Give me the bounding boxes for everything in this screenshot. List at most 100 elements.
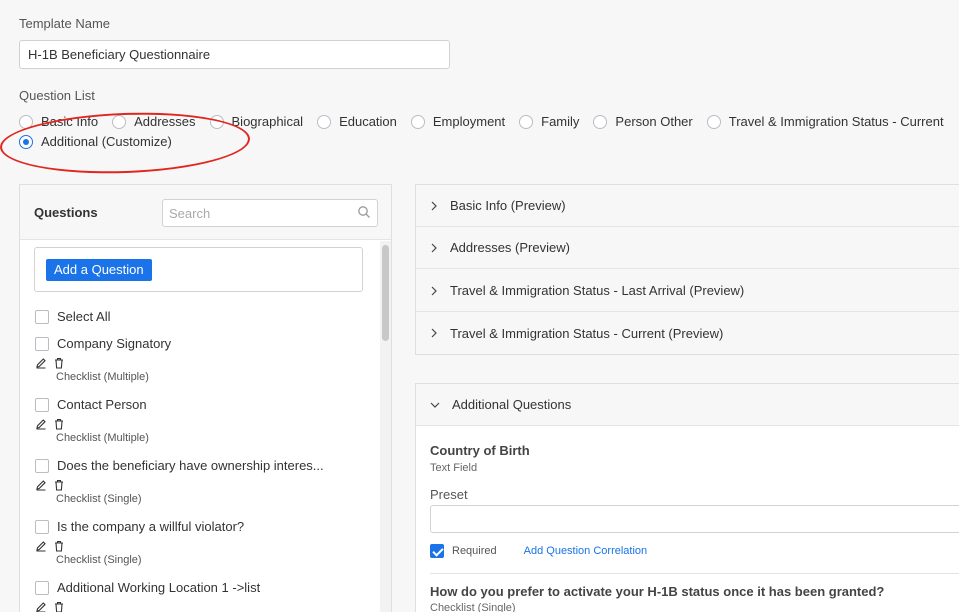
edit-icon[interactable]: [35, 601, 47, 612]
search-icon[interactable]: [357, 205, 371, 219]
radio-dot[interactable]: [706, 114, 721, 129]
question-label: Additional Working Location 1 ->list: [57, 580, 261, 595]
radio-dot[interactable]: [593, 114, 608, 129]
radio-label: Employment: [432, 114, 506, 129]
preset-label: Preset: [430, 487, 468, 502]
radio-person-other[interactable]: Person Other: [593, 114, 693, 129]
question-list-label: Question List: [19, 88, 95, 103]
list-item: Does the beneficiary have ownership inte…: [35, 458, 365, 505]
radio-travel-current[interactable]: Travel & Immigration Status - Current: [706, 114, 944, 129]
question-checkbox[interactable]: [35, 336, 49, 351]
radio-basic-info[interactable]: Basic Info: [19, 114, 98, 129]
radio-label: Basic Info: [41, 114, 99, 129]
question-list-radio-row: Basic Info Addresses Biographical Educat…: [19, 114, 958, 129]
preview-section-label: Travel & Immigration Status - Last Arriv…: [450, 283, 745, 298]
questions-panel-title: Questions: [34, 205, 98, 220]
additional-questions-title: Additional Questions: [452, 397, 572, 412]
add-question-correlation-link[interactable]: Add Question Correlation: [524, 545, 648, 557]
trash-icon[interactable]: [53, 601, 65, 612]
question-list-radio-row-2: Additional (Customize): [19, 134, 186, 149]
chevron-right-icon: [431, 286, 437, 295]
radio-biographical[interactable]: Biographical: [209, 114, 304, 129]
question-label: Does the beneficiary have ownership inte…: [57, 458, 324, 473]
radio-dot[interactable]: [410, 114, 425, 129]
question-title-country-of-birth: Country of Birth: [430, 443, 530, 458]
list-item: Contact Person Checklist (Multiple): [35, 397, 365, 444]
radio-label: Education: [339, 114, 397, 129]
edit-icon[interactable]: [35, 418, 47, 430]
question-type: Checklist (Single): [430, 602, 516, 612]
trash-icon[interactable]: [53, 357, 65, 369]
question-checkbox[interactable]: [35, 397, 49, 412]
question-label: Company Signatory: [57, 336, 172, 351]
template-name-input[interactable]: H-1B Beneficiary Questionnaire: [19, 40, 450, 69]
question-type: Checklist (Single): [56, 493, 142, 505]
radio-label: Family: [541, 114, 580, 129]
chevron-down-icon: [430, 402, 440, 408]
radio-additional-customize[interactable]: Additional (Customize): [19, 134, 172, 149]
required-row: Required Add Question Correlation: [430, 544, 647, 558]
preview-section-basic-info[interactable]: Basic Info (Preview): [416, 185, 959, 227]
edit-icon[interactable]: [35, 540, 47, 552]
preview-section-travel-current[interactable]: Travel & Immigration Status - Current (P…: [416, 312, 959, 354]
add-question-button[interactable]: Add a Question: [46, 259, 152, 281]
preview-section-label: Addresses (Preview): [450, 240, 570, 255]
template-name-label: Template Name: [19, 16, 111, 31]
edit-icon[interactable]: [35, 357, 47, 369]
required-label: Required: [452, 545, 497, 557]
radio-label: Biographical: [231, 114, 304, 129]
edit-icon[interactable]: [35, 479, 47, 491]
additional-questions-panel: Additional Questions Country of Birth Te…: [415, 383, 959, 612]
list-item: Company Signatory Checklist (Multiple): [35, 336, 365, 383]
list-item: Is the company a willful violator? Check…: [35, 519, 365, 566]
question-label: Contact Person: [57, 397, 147, 412]
select-all-checkbox[interactable]: [35, 309, 49, 324]
radio-dot[interactable]: [209, 114, 224, 129]
radio-label: Additional (Customize): [41, 134, 172, 149]
preview-section-addresses[interactable]: Addresses (Preview): [416, 227, 959, 269]
question-type: Checklist (Single): [56, 554, 142, 566]
list-item: Additional Working Location 1 ->list: [35, 580, 365, 612]
question-checkbox[interactable]: [35, 580, 49, 595]
preview-section-label: Basic Info (Preview): [450, 198, 566, 213]
radio-addresses[interactable]: Addresses: [112, 114, 196, 129]
radio-education[interactable]: Education: [317, 114, 397, 129]
trash-icon[interactable]: [53, 479, 65, 491]
trash-icon[interactable]: [53, 540, 65, 552]
radio-dot-selected[interactable]: [19, 134, 33, 149]
question-type: Checklist (Multiple): [56, 371, 149, 383]
question-type: Checklist (Multiple): [56, 432, 149, 444]
radio-dot[interactable]: [317, 114, 332, 129]
radio-label: Person Other: [615, 114, 693, 129]
question-checkbox[interactable]: [35, 519, 49, 534]
additional-questions-header[interactable]: Additional Questions: [416, 384, 959, 426]
chevron-right-icon: [431, 243, 437, 252]
preview-sections-panel: Basic Info (Preview) Addresses (Preview)…: [415, 184, 959, 355]
required-checkbox[interactable]: [430, 544, 444, 558]
trash-icon[interactable]: [53, 418, 65, 430]
question-type: Text Field: [430, 462, 478, 474]
radio-dot[interactable]: [519, 114, 534, 129]
question-checkbox[interactable]: [35, 458, 49, 473]
radio-family[interactable]: Family: [519, 114, 579, 129]
radio-dot[interactable]: [19, 114, 33, 129]
radio-label: Addresses: [134, 114, 196, 129]
chevron-right-icon: [431, 328, 437, 338]
questions-panel: Questions Add a Question Select All Comp…: [19, 184, 392, 612]
question-title-h1b-activation: How do you prefer to activate your H-1B …: [430, 584, 885, 599]
question-label: Is the company a willful violator?: [57, 519, 245, 534]
select-all-label: Select All: [57, 309, 111, 324]
preset-input[interactable]: [430, 505, 959, 533]
select-all-row[interactable]: Select All: [35, 309, 365, 324]
questions-search-input[interactable]: [162, 199, 378, 227]
add-question-box: Add a Question: [34, 247, 363, 292]
questions-scrollbar-thumb[interactable]: [382, 245, 389, 341]
preview-section-travel-last-arrival[interactable]: Travel & Immigration Status - Last Arriv…: [416, 270, 959, 312]
preview-section-label: Travel & Immigration Status - Current (P…: [450, 325, 724, 341]
radio-employment[interactable]: Employment: [410, 114, 506, 129]
radio-dot[interactable]: [112, 114, 127, 129]
radio-label: Travel & Immigration Status - Current: [728, 114, 944, 129]
questions-panel-header: Questions: [20, 185, 391, 240]
divider: [430, 573, 959, 574]
chevron-right-icon: [431, 201, 437, 210]
